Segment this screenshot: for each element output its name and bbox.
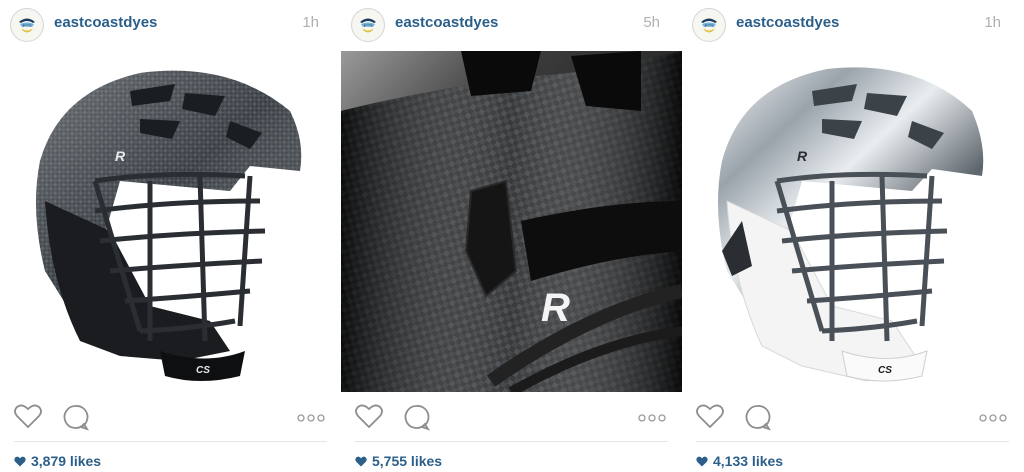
heart-icon[interactable] — [696, 403, 724, 429]
avatar[interactable]: ECD — [351, 8, 385, 42]
timestamp: 5h — [643, 14, 660, 31]
post-actions — [341, 392, 682, 442]
divider — [14, 441, 327, 442]
svg-text:ECD: ECD — [23, 23, 32, 28]
more-options-icon[interactable] — [979, 414, 1007, 422]
timestamp: 1h — [302, 14, 319, 31]
more-options-icon[interactable] — [638, 414, 666, 422]
svg-text:R: R — [541, 286, 570, 330]
post-3: ECD eastcoastdyes 1h CS R 4,133 likes — [682, 0, 1023, 472]
heart-icon[interactable] — [355, 403, 383, 429]
more-options-icon[interactable] — [297, 414, 325, 422]
username[interactable]: eastcoastdyes — [54, 14, 157, 31]
likes-count[interactable]: 3,879 likes — [14, 453, 101, 469]
small-heart-icon — [14, 456, 26, 466]
post-header: ECD eastcoastdyes 5h — [341, 0, 682, 48]
comment-icon[interactable] — [744, 404, 771, 431]
comment-icon[interactable] — [403, 404, 430, 431]
avatar[interactable]: ECD — [692, 8, 726, 42]
post-header: ECD eastcoastdyes 1h — [682, 0, 1023, 48]
username[interactable]: eastcoastdyes — [736, 14, 839, 31]
svg-text:R: R — [797, 148, 808, 164]
post-header: ECD eastcoastdyes 1h — [0, 0, 341, 48]
svg-text:ECD: ECD — [364, 23, 373, 28]
likes-label: 5,755 likes — [372, 453, 443, 469]
svg-text:R: R — [115, 148, 126, 164]
avatar[interactable]: ECD — [10, 8, 44, 42]
post-actions — [0, 392, 341, 442]
post-photo[interactable]: R — [341, 51, 682, 392]
comment-icon[interactable] — [62, 404, 89, 431]
likes-label: 4,133 likes — [713, 453, 784, 469]
divider — [355, 441, 668, 442]
likes-label: 3,879 likes — [31, 453, 102, 469]
instagram-grid: ECD eastcoastdyes 1h CS R 3,879 likes EC… — [0, 0, 1024, 472]
likes-count[interactable]: 4,133 likes — [696, 453, 783, 469]
timestamp: 1h — [984, 14, 1001, 31]
post-1: ECD eastcoastdyes 1h CS R 3,879 likes — [0, 0, 341, 472]
likes-count[interactable]: 5,755 likes — [355, 453, 442, 469]
post-2: ECD eastcoastdyes 5h R 5,755 likes — [341, 0, 682, 472]
small-heart-icon — [355, 456, 367, 466]
divider — [696, 441, 1009, 442]
heart-icon[interactable] — [14, 403, 42, 429]
post-actions — [682, 392, 1023, 442]
post-photo[interactable]: CS R — [682, 51, 1023, 392]
svg-text:CS: CS — [196, 365, 210, 376]
small-heart-icon — [696, 456, 708, 466]
username[interactable]: eastcoastdyes — [395, 14, 498, 31]
post-photo[interactable]: CS R — [0, 51, 341, 392]
svg-text:ECD: ECD — [705, 23, 714, 28]
svg-text:CS: CS — [878, 365, 892, 376]
